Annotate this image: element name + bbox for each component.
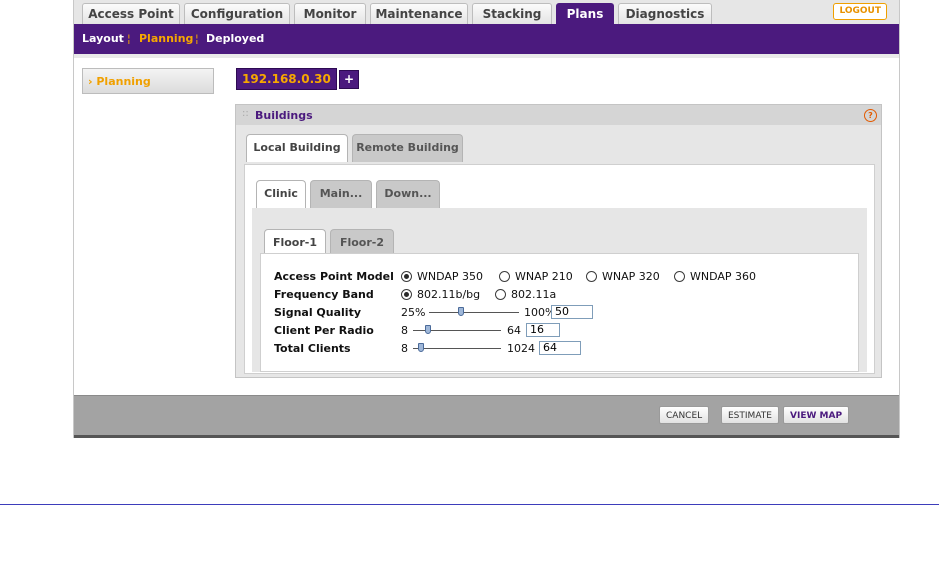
add-ip-button[interactable]: +	[339, 70, 359, 89]
total-clients-label: Total Clients	[274, 342, 351, 355]
signal-quality-input[interactable]: 50	[551, 305, 593, 319]
subnav-separator: ¦	[127, 32, 131, 45]
radio-wnap-210[interactable]	[499, 271, 510, 282]
radio-wndap-360[interactable]	[674, 271, 685, 282]
radio-label: 802.11a	[511, 288, 557, 301]
panel-header: :: Buildings ?	[236, 105, 881, 125]
ap-model-label: Access Point Model	[274, 270, 394, 283]
tab-site-main[interactable]: Main...	[310, 180, 372, 208]
radio-label: WNDAP 350	[417, 270, 484, 283]
client-min: 8	[401, 324, 408, 337]
tab-plans[interactable]: Plans	[556, 3, 614, 25]
page-divider	[0, 504, 939, 505]
frequency-band-label: Frequency Band	[274, 288, 374, 301]
tab-access-point[interactable]: Access Point	[82, 3, 180, 24]
radio-label: WNDAP 360	[690, 270, 757, 283]
top-tab-bar: Access Point Configuration Monitor Maint…	[74, 0, 899, 25]
radio-band-a[interactable]	[495, 289, 506, 300]
radio-wnap-320[interactable]	[586, 271, 597, 282]
panel-title: Buildings	[255, 109, 313, 122]
total-min: 8	[401, 342, 408, 355]
client-slider-thumb[interactable]	[425, 325, 431, 334]
total-clients-input[interactable]: 64	[539, 341, 581, 355]
client-max: 64	[507, 324, 521, 337]
total-slider-track[interactable]	[413, 348, 501, 349]
tab-remote-building[interactable]: Remote Building	[352, 134, 463, 162]
app-frame: Access Point Configuration Monitor Maint…	[73, 0, 900, 438]
view-map-button[interactable]: VIEW MAP	[783, 406, 850, 424]
signal-slider-track[interactable]	[429, 312, 519, 313]
tab-local-building[interactable]: Local Building	[246, 134, 348, 162]
sidebar-item-label: › Planning	[88, 75, 151, 88]
sidebar-item-planning[interactable]: › Planning	[82, 68, 214, 94]
radio-label: WNAP 320	[602, 270, 660, 283]
estimate-button[interactable]: ESTIMATE	[721, 406, 779, 424]
radio-band-bg[interactable]	[401, 289, 412, 300]
signal-quality-label: Signal Quality	[274, 306, 361, 319]
subnav-separator: ¦	[195, 32, 199, 45]
tab-maintenance[interactable]: Maintenance	[370, 3, 468, 24]
action-bar: CANCEL ESTIMATE VIEW MAP	[74, 395, 899, 438]
client-per-radio-input[interactable]: 16	[526, 323, 560, 337]
tab-monitor[interactable]: Monitor	[294, 3, 366, 24]
client-per-radio-label: Client Per Radio	[274, 324, 374, 337]
radio-wndap-350[interactable]	[401, 271, 412, 282]
ip-address-badge[interactable]: 192.168.0.30	[236, 68, 337, 90]
subnav-layout[interactable]: Layout	[82, 32, 124, 45]
tab-stacking[interactable]: Stacking	[472, 3, 552, 24]
tab-configuration[interactable]: Configuration	[184, 3, 290, 24]
subnav-planning[interactable]: Planning	[139, 32, 193, 45]
subnav-deployed[interactable]: Deployed	[206, 32, 264, 45]
floor-form: Access Point Model WNDAP 350 WNAP 210 WN…	[260, 253, 859, 372]
logout-button[interactable]: LOGOUT	[833, 3, 887, 20]
drag-handle-icon: ::	[242, 108, 249, 119]
tab-site-clinic[interactable]: Clinic	[256, 180, 306, 208]
tab-diagnostics[interactable]: Diagnostics	[618, 3, 712, 24]
radio-label: 802.11b/bg	[417, 288, 481, 301]
tab-site-down[interactable]: Down...	[376, 180, 440, 208]
sub-navigation: Layout ¦ Planning ¦ Deployed	[74, 24, 899, 58]
radio-label: WNAP 210	[515, 270, 573, 283]
cancel-button[interactable]: CANCEL	[659, 406, 710, 424]
help-icon[interactable]: ?	[864, 109, 877, 122]
total-slider-thumb[interactable]	[418, 343, 424, 352]
signal-slider-thumb[interactable]	[458, 307, 464, 316]
signal-min: 25%	[401, 306, 426, 319]
total-max: 1024	[507, 342, 535, 355]
